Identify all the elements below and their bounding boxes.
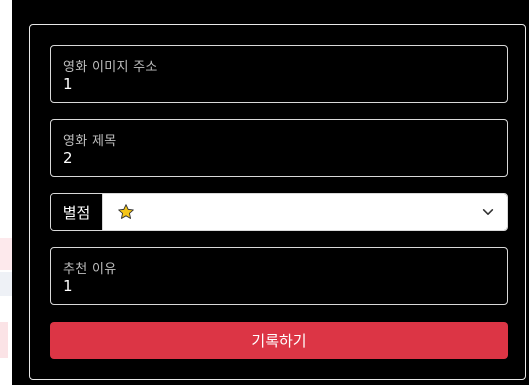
image-url-input[interactable]: 1 xyxy=(63,75,73,93)
movie-title-label: 영화 제목 xyxy=(63,134,117,149)
rating-label: 별점 xyxy=(51,194,103,230)
movie-record-form: 영화 이미지 주소 1 영화 제목 2 별점 추천 이유 1 기록하기 xyxy=(29,24,526,380)
recommend-reason-label: 추천 이유 xyxy=(63,262,117,277)
star-icon xyxy=(118,204,134,219)
recommend-reason-field[interactable]: 추천 이유 1 xyxy=(50,247,508,305)
background-fragment xyxy=(0,272,12,296)
movie-title-field[interactable]: 영화 제목 2 xyxy=(50,119,508,177)
background-fragment xyxy=(0,322,8,358)
rating-select[interactable] xyxy=(103,194,507,230)
image-url-field[interactable]: 영화 이미지 주소 1 xyxy=(50,45,508,103)
chevron-down-icon[interactable] xyxy=(481,205,495,219)
movie-title-input[interactable]: 2 xyxy=(63,149,73,167)
background-fragment xyxy=(0,238,12,270)
recommend-reason-input[interactable]: 1 xyxy=(63,277,73,295)
submit-record-button[interactable]: 기록하기 xyxy=(50,322,508,359)
rating-select-group[interactable]: 별점 xyxy=(50,193,508,231)
image-url-label: 영화 이미지 주소 xyxy=(63,60,158,75)
